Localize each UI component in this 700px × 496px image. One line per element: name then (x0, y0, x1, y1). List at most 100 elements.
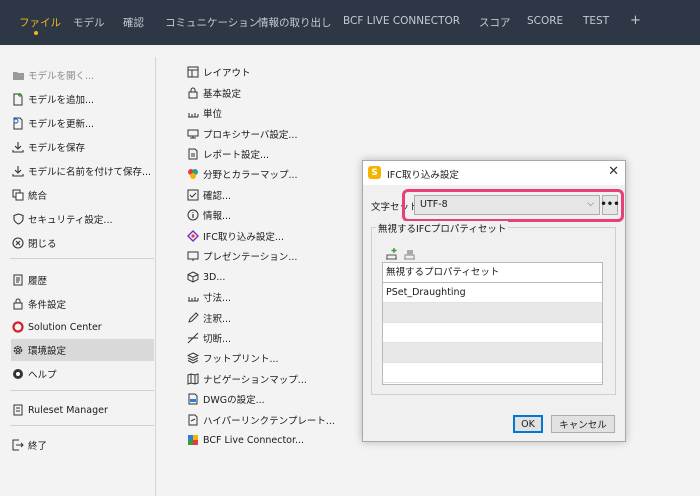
navigation-map-icon (186, 372, 200, 386)
tab-file[interactable]: ファイル (19, 15, 61, 30)
menu-open-model-label: モデルを開く... (28, 71, 95, 82)
menu-add-model-label: モデルを追加... (28, 95, 95, 106)
settings-item-info[interactable]: 情報... (186, 206, 231, 224)
merge-icon (11, 188, 25, 202)
menu-help-label: ヘルプ (28, 370, 57, 381)
tab-bcf-live-connector[interactable]: BCF LIVE CONNECTOR (343, 15, 460, 27)
close-icon[interactable]: ✕ (608, 164, 619, 179)
settings-item-bcf-live-connector[interactable]: BCF Live Connector... (186, 431, 304, 449)
tab-communication[interactable]: コミュニケーション (165, 15, 259, 30)
list-item[interactable]: PSet_Draughting (383, 283, 602, 303)
menu-save-model-label: モデルを保存 (28, 143, 86, 154)
settings-item-label: 注釈... (203, 314, 232, 325)
tab-information-extraction[interactable]: 情報の取り出し (258, 15, 332, 30)
menu-exit-label: 終了 (28, 441, 48, 452)
settings-item-basic[interactable]: 基本設定 (186, 84, 241, 102)
settings-item-footprint[interactable]: フットプリント... (186, 349, 279, 367)
delete-row-icon[interactable] (403, 247, 416, 260)
settings-item-hyperlink-template[interactable]: ハイパーリンクテンプレート... (186, 411, 335, 429)
ignored-property-sets-list: 無視するプロパティセット PSet_Draughting (382, 262, 603, 385)
presentation-icon (186, 249, 200, 263)
menu-update-model-label: モデルを更新... (28, 119, 95, 130)
menu-history-label: 履歴 (28, 276, 48, 287)
menu-history[interactable]: 履歴 (11, 269, 154, 291)
settings-item-layout[interactable]: レイアウト (186, 63, 251, 81)
tab-score-jp[interactable]: スコア (479, 15, 511, 30)
settings-item-proxy[interactable]: プロキシサーバ設定... (186, 125, 297, 143)
lock-settings-icon (11, 297, 25, 311)
settings-item-ifc-import[interactable]: IFC取り込み設定... (186, 227, 284, 245)
list-item[interactable] (383, 323, 602, 343)
menu-solution-center[interactable]: Solution Center (11, 316, 154, 338)
menu-save-model[interactable]: モデルを保存 (11, 136, 154, 158)
menu-merge[interactable]: 統合 (11, 184, 154, 206)
menu-update-model[interactable]: モデルを更新... (11, 112, 154, 134)
info-icon (186, 208, 200, 222)
menu-divider (10, 258, 154, 259)
cancel-button[interactable]: キャンセル (551, 415, 615, 433)
settings-item-label: BCF Live Connector... (203, 434, 305, 446)
menu-security-settings[interactable]: セキュリティ設定... (11, 208, 154, 230)
menu-close[interactable]: 閉じる (11, 232, 154, 254)
settings-item-annotation[interactable]: 注釈... (186, 309, 231, 327)
menu-environment-settings[interactable]: 環境設定 (11, 339, 154, 361)
tab-score[interactable]: SCORE (527, 15, 563, 27)
tab-check[interactable]: 確認 (123, 15, 144, 30)
settings-item-dimension[interactable]: 寸法... (186, 288, 231, 306)
settings-item-label: プロキシサーバ設定... (203, 130, 298, 141)
settings-item-label: 基本設定 (203, 89, 242, 100)
proxy-icon (186, 127, 200, 141)
dwg-icon (186, 392, 200, 406)
settings-item-check[interactable]: 確認... (186, 186, 231, 204)
add-document-icon (11, 92, 25, 106)
menu-save-model-as[interactable]: モデルに名前を付けて保存... (11, 160, 154, 182)
settings-item-navigation-map[interactable]: ナビゲーションマップ... (186, 370, 307, 388)
list-item[interactable] (383, 303, 602, 323)
settings-item-label: DWGの設定... (203, 395, 265, 406)
menu-add-model[interactable]: モデルを追加... (11, 88, 154, 110)
dialog-title-bar: S IFC取り込み設定 ✕ (363, 161, 625, 185)
check-icon (186, 188, 200, 202)
folder-icon (11, 68, 25, 82)
settings-item-3d[interactable]: 3D... (186, 268, 225, 286)
settings-item-dwg[interactable]: DWGの設定... (186, 390, 265, 408)
add-tab-button[interactable]: + (630, 13, 641, 28)
menu-solution-center-label: Solution Center (28, 321, 102, 333)
settings-item-presentation[interactable]: プレゼンテーション... (186, 247, 297, 265)
tab-model[interactable]: モデル (73, 15, 105, 30)
help-globe-icon (11, 367, 25, 381)
file-menu-pane: モデルを開く... モデルを追加... モデルを更新... モデルを保存 モデル… (0, 45, 156, 496)
menu-ruleset-manager-label: Ruleset Manager (28, 404, 108, 416)
menu-close-label: 閉じる (28, 239, 57, 250)
save-as-icon (11, 164, 25, 178)
layout-icon (186, 65, 200, 79)
settings-item-units[interactable]: 単位 (186, 104, 222, 122)
settings-item-section[interactable]: 切断... (186, 329, 231, 347)
menu-divider (10, 425, 154, 426)
menu-bar: ファイル モデル 確認 コミュニケーション 情報の取り出し BCF LIVE C… (0, 0, 700, 45)
settings-item-label: レイアウト (203, 68, 251, 79)
settings-item-color-map[interactable]: 分野とカラーマップ... (186, 165, 298, 183)
add-row-icon[interactable] (385, 247, 398, 260)
tab-test[interactable]: TEST (583, 15, 609, 27)
menu-help[interactable]: ヘルプ (11, 363, 154, 385)
menu-open-model[interactable]: モデルを開く... (11, 64, 154, 86)
settings-item-label: 寸法... (203, 293, 232, 304)
app-logo-icon: S (368, 166, 381, 179)
list-item[interactable] (383, 343, 602, 363)
menu-ruleset-manager[interactable]: Ruleset Manager (11, 399, 154, 421)
list-item[interactable] (383, 363, 602, 383)
ok-button[interactable]: OK (513, 415, 543, 433)
dialog-title: IFC取り込み設定 (387, 170, 459, 181)
cut-icon (186, 331, 200, 345)
settings-item-label: プレゼンテーション... (203, 252, 298, 263)
layers-icon (186, 351, 200, 365)
settings-item-report[interactable]: レポート設定... (186, 145, 269, 163)
active-tab-indicator (34, 31, 38, 35)
menu-exit[interactable]: 終了 (11, 434, 154, 456)
menu-merge-label: 統合 (28, 191, 48, 202)
menu-condition-settings[interactable]: 条件設定 (11, 293, 154, 315)
settings-item-label: 情報... (203, 211, 232, 222)
ifc-icon (186, 229, 200, 243)
settings-item-label: ナビゲーションマップ... (203, 375, 307, 386)
